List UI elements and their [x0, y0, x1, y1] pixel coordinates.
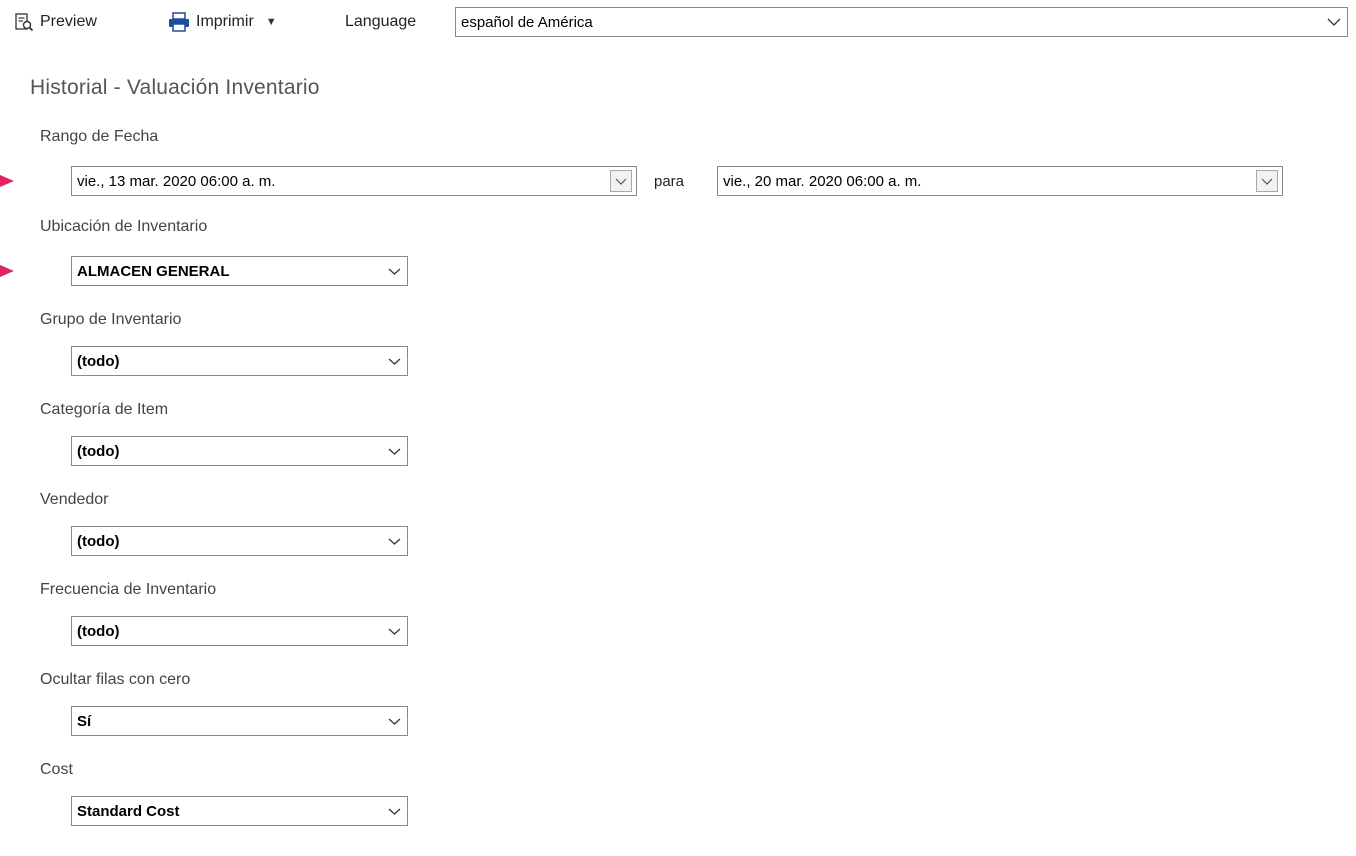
cost-select[interactable]: Standard Cost	[71, 796, 408, 826]
print-label: Imprimir	[196, 13, 254, 30]
page-title: Historial - Valuación Inventario	[30, 76, 320, 99]
chevron-down-icon	[1321, 8, 1347, 36]
inventory-location-label: Ubicación de Inventario	[40, 218, 208, 235]
inventory-frequency-label: Frecuencia de Inventario	[40, 581, 217, 598]
chevron-down-icon	[381, 707, 407, 735]
item-category-select[interactable]: (todo)	[71, 436, 408, 466]
inventory-frequency-select[interactable]: (todo)	[71, 616, 408, 646]
date-from-picker[interactable]: vie., 13 mar. 2020 06:00 a. m.	[71, 166, 637, 196]
pointer-arrow-marker	[0, 265, 14, 277]
chevron-down-icon	[381, 347, 407, 375]
date-from-value: vie., 13 mar. 2020 06:00 a. m.	[77, 172, 276, 190]
printer-icon	[168, 12, 190, 32]
chevron-down-icon[interactable]	[610, 170, 632, 192]
inventory-location-value: ALMACEN GENERAL	[77, 262, 230, 280]
chevron-down-icon	[381, 617, 407, 645]
date-to-picker[interactable]: vie., 20 mar. 2020 06:00 a. m.	[717, 166, 1283, 196]
vendor-value: (todo)	[77, 532, 120, 550]
preview-icon	[14, 12, 34, 32]
preview-label: Preview	[40, 13, 97, 30]
vendor-label: Vendedor	[40, 491, 109, 508]
vendor-select[interactable]: (todo)	[71, 526, 408, 556]
chevron-down-icon	[381, 797, 407, 825]
chevron-down-icon	[381, 527, 407, 555]
hide-zero-rows-value: Sí	[77, 712, 92, 730]
date-to-value: vie., 20 mar. 2020 06:00 a. m.	[723, 172, 922, 190]
print-button[interactable]: Imprimir ▼	[168, 12, 277, 32]
chevron-down-icon	[381, 257, 407, 285]
chevron-down-icon[interactable]	[1256, 170, 1278, 192]
date-to-label: para	[654, 173, 685, 190]
item-category-label: Categoría de Item	[40, 401, 169, 418]
inventory-group-select[interactable]: (todo)	[71, 346, 408, 376]
pointer-arrow-marker	[0, 175, 14, 187]
cost-value: Standard Cost	[77, 802, 180, 820]
inventory-group-value: (todo)	[77, 352, 120, 370]
chevron-down-icon	[381, 437, 407, 465]
inventory-frequency-value: (todo)	[77, 622, 120, 640]
inventory-location-select[interactable]: ALMACEN GENERAL	[71, 256, 408, 286]
inventory-group-label: Grupo de Inventario	[40, 311, 182, 328]
language-label: Language	[345, 13, 417, 30]
item-category-value: (todo)	[77, 442, 120, 460]
hide-zero-rows-select[interactable]: Sí	[71, 706, 408, 736]
language-value: español de América	[461, 13, 593, 31]
language-select[interactable]: español de América	[455, 7, 1348, 37]
cost-label: Cost	[40, 761, 73, 778]
preview-button[interactable]: Preview	[14, 12, 97, 32]
caret-down-icon: ▼	[265, 16, 277, 28]
hide-zero-rows-label: Ocultar filas con cero	[40, 671, 191, 688]
date-range-label: Rango de Fecha	[40, 128, 159, 145]
